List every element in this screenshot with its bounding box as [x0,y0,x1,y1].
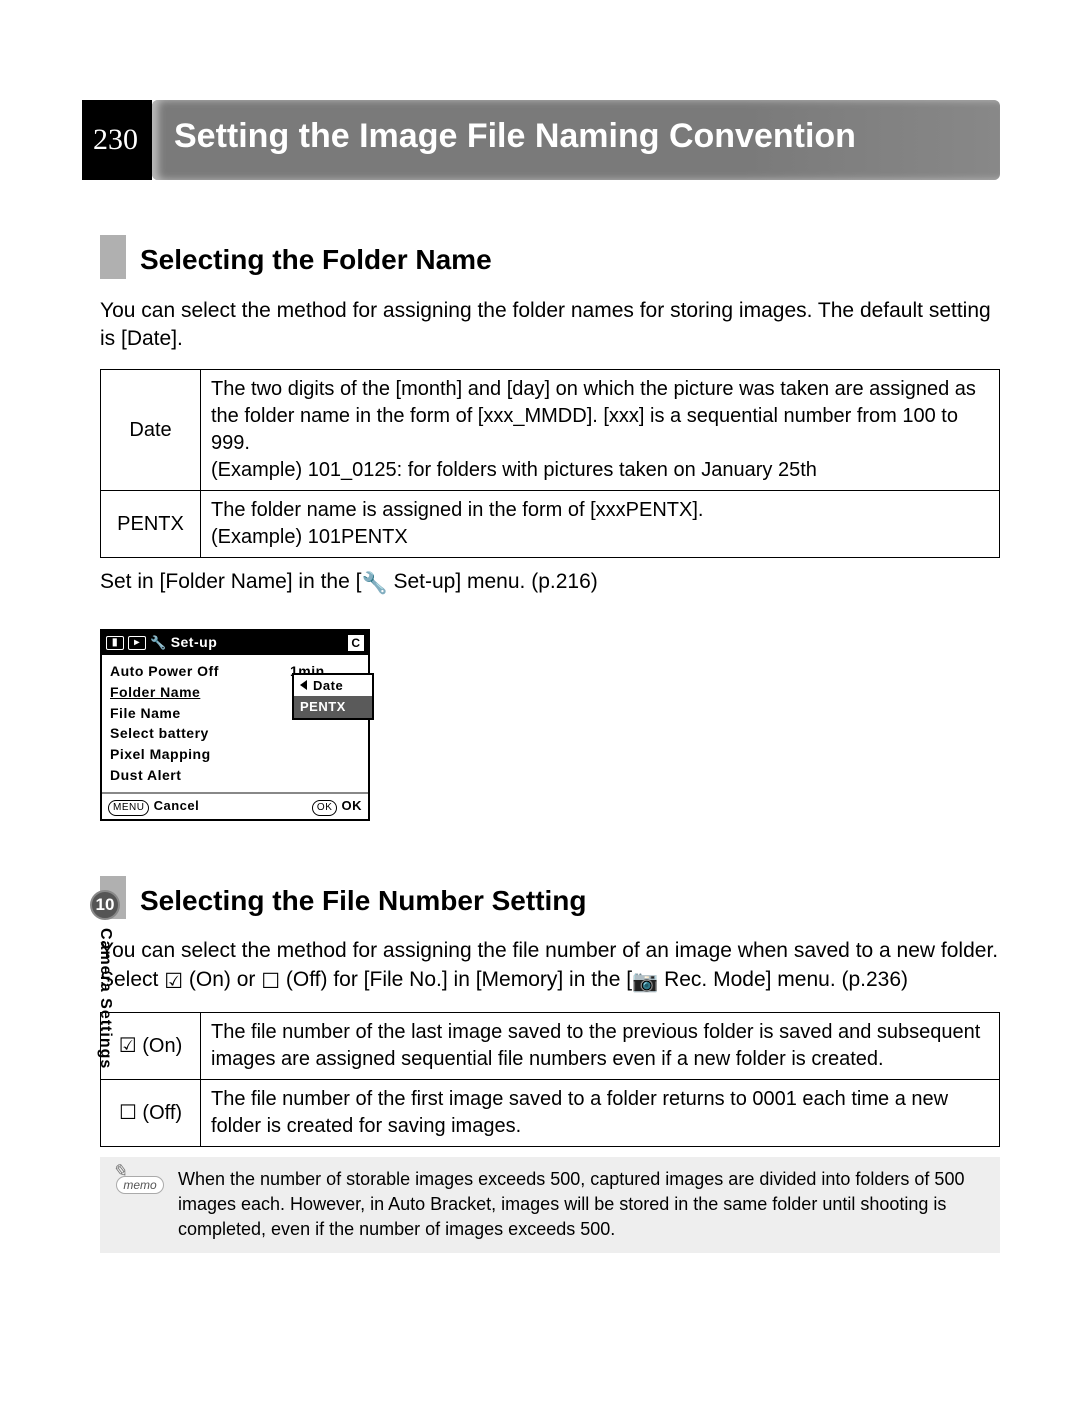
table-cell-date-label: Date [101,370,201,491]
title-bar: 230 Setting the Image File Naming Conven… [100,100,1000,180]
folder-name-dropdown: Date PENTX [292,673,374,720]
table-cell-off-label: ☐ (Off) [101,1080,201,1147]
screen-footer: MENU Cancel OK OK [102,792,368,819]
camera-icon: 📷 [632,968,658,996]
table-cell-off-desc: The file number of the first image saved… [201,1080,1000,1147]
ok-button-icon: OK [312,800,337,816]
checkbox-on-icon: ☑ [119,1035,137,1057]
page-number: 230 [82,100,152,180]
menu-item-dust-alert: Dust Alert [110,765,360,786]
table-cell-date-desc: The two digits of the [month] and [day] … [201,370,1000,491]
camera-tab-icon: ▮ [106,636,124,650]
page-title: Setting the Image File Naming Convention [152,100,1000,180]
menu-button-icon: MENU [108,800,149,816]
memo-text: When the number of storable images excee… [178,1167,986,1243]
folder-name-table: Date The two digits of the [month] and [… [100,369,1000,558]
chapter-badge: 10 [90,890,120,920]
wrench-icon: 🔧 [150,634,167,652]
checkbox-off-icon: ☐ [261,968,280,996]
section-heading-file-number: Selecting the File Number Setting [100,876,1000,920]
wrench-icon: 🔧 [361,570,387,598]
section-heading-folder-name: Selecting the Folder Name [100,235,1000,279]
table-cell-on-desc: The file number of the last image saved … [201,1013,1000,1080]
menu-item-pixel-mapping: Pixel Mapping [110,744,360,765]
folder-name-intro: You can select the method for assigning … [100,297,1000,354]
checkbox-on-icon: ☑ [164,968,183,996]
side-tab: 10 Camera Settings [90,890,120,1069]
table-cell-pentx-desc: The folder name is assigned in the form … [201,491,1000,558]
menu-item-select-battery: Select battery [110,723,360,744]
memo-icon: memo [114,1167,166,1203]
screen-title: Set-up [171,633,218,652]
set-in-text: Set in [Folder Name] in the [🔧 Set-up] m… [100,568,1000,598]
custom-tab-icon: C [348,635,364,651]
file-number-intro: You can select the method for assigning … [100,937,1000,996]
left-arrow-icon [300,680,307,690]
memo-box: memo When the number of storable images … [100,1157,1000,1253]
screen-tabs: ▮ ▸ 🔧 Set-up C [102,631,368,655]
table-cell-pentx-label: PENTX [101,491,201,558]
dropdown-option-date: Date [294,675,372,697]
camera-setup-screen: ▮ ▸ 🔧 Set-up C Auto Power Off 1min Folde… [100,629,370,821]
playback-tab-icon: ▸ [128,636,146,650]
file-number-table: ☑ (On) The file number of the last image… [100,1012,1000,1147]
checkbox-off-icon: ☐ [119,1102,137,1124]
side-section-label: Camera Settings [94,928,116,1069]
dropdown-option-pentx: PENTX [294,696,372,718]
